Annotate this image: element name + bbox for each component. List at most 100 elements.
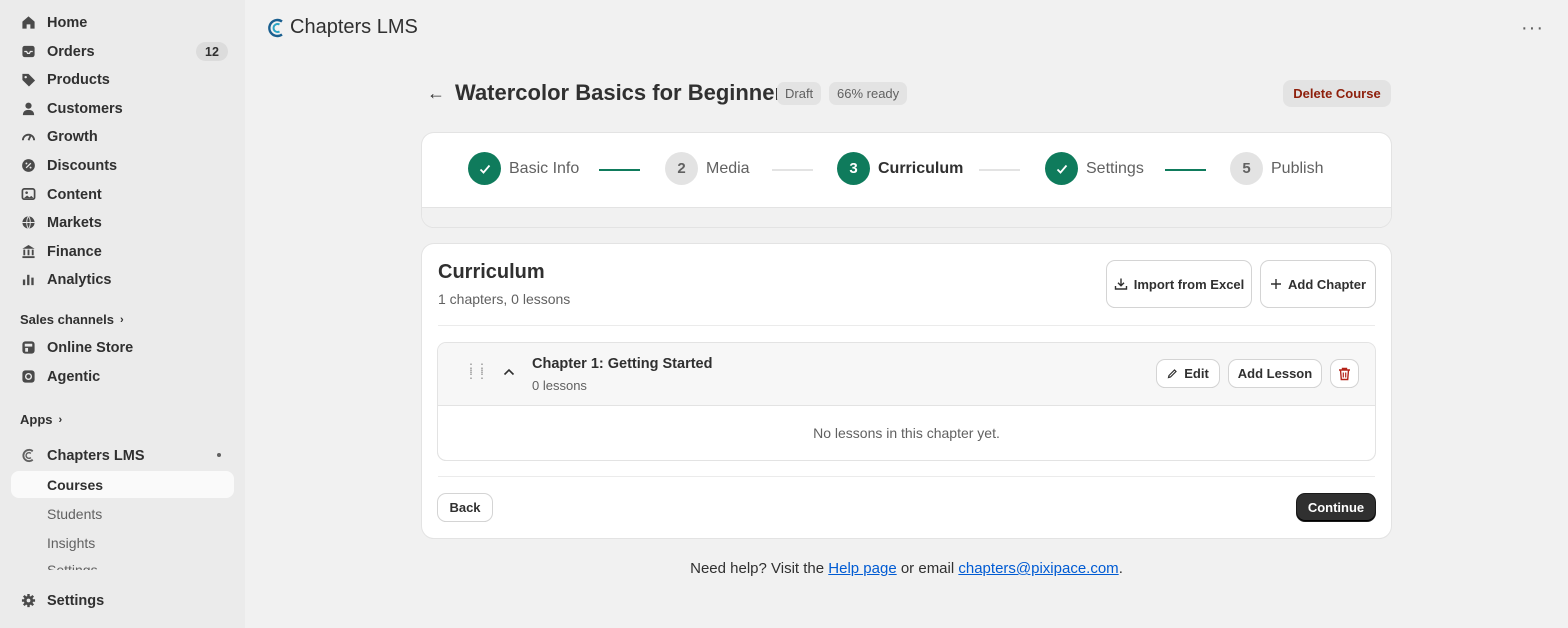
globe-icon xyxy=(20,215,36,231)
sidebar-subitem-insights[interactable]: Insights xyxy=(11,529,234,556)
sidebar-item-label: Orders xyxy=(47,43,95,60)
sidebar-subitem-courses[interactable]: Courses xyxy=(11,471,234,498)
sidebar-item-settings[interactable]: Settings xyxy=(11,587,234,614)
apps-header[interactable]: Apps › xyxy=(20,412,62,427)
help-footer: Need help? Visit the Help page or email … xyxy=(690,560,1123,577)
import-excel-button[interactable]: Import from Excel xyxy=(1107,261,1251,307)
curriculum-title: Curriculum xyxy=(438,261,545,283)
chapter-header: ⋮⋮ ⋮⋮ Chapter 1: Getting Started 0 lesson… xyxy=(438,343,1375,406)
step-4-check-icon[interactable] xyxy=(1045,152,1078,185)
step-label-publish[interactable]: Publish xyxy=(1271,160,1323,178)
sidebar: Home Orders 12 Products Customers Growth… xyxy=(0,0,245,628)
support-email-link[interactable]: chapters@pixipace.com xyxy=(958,560,1118,577)
add-lesson-button[interactable]: Add Lesson xyxy=(1229,360,1321,387)
ready-badge: 66% ready xyxy=(829,82,908,105)
download-icon xyxy=(1114,278,1127,290)
delete-chapter-button[interactable] xyxy=(1331,360,1358,387)
sidebar-item-customers[interactable]: Customers xyxy=(11,95,234,122)
page-title: Watercolor Basics for Beginners xyxy=(455,80,796,105)
sidebar-item-label: Markets xyxy=(47,214,102,231)
step-1-check-icon[interactable] xyxy=(468,152,501,185)
chevron-up-icon[interactable] xyxy=(502,365,516,379)
status-badge: Draft xyxy=(777,82,822,105)
sidebar-item-label: Customers xyxy=(47,100,123,117)
step-label-basic-info[interactable]: Basic Info xyxy=(509,160,579,178)
chapters-logo-icon xyxy=(268,18,283,37)
more-actions-icon[interactable]: ··· xyxy=(1521,17,1544,40)
sidebar-item-finance[interactable]: Finance xyxy=(11,238,234,265)
tag-icon xyxy=(20,72,36,88)
step-connector xyxy=(979,169,1020,171)
sidebar-item-label: Growth xyxy=(47,128,98,145)
sidebar-item-chapters-lms[interactable]: Chapters LMS xyxy=(11,442,234,469)
chapter-title: Chapter 1: Getting Started xyxy=(532,356,713,372)
sidebar-item-content[interactable]: Content xyxy=(11,181,234,208)
curriculum-card: Curriculum 1 chapters, 0 lessons Import … xyxy=(422,244,1391,538)
chevron-right-icon: › xyxy=(119,313,124,326)
step-5-number[interactable]: 5 xyxy=(1230,152,1263,185)
app-pin-dot xyxy=(217,453,221,457)
sidebar-item-discounts[interactable]: Discounts xyxy=(11,152,234,179)
gauge-icon xyxy=(20,129,36,145)
sidebar-item-markets[interactable]: Markets xyxy=(11,209,234,236)
step-connector xyxy=(772,169,813,171)
inbox-icon xyxy=(20,44,36,60)
image-icon xyxy=(20,187,36,203)
person-icon xyxy=(20,101,36,117)
delete-course-button[interactable]: Delete Course xyxy=(1283,80,1391,107)
divider xyxy=(438,476,1375,477)
step-connector xyxy=(1165,169,1206,171)
sidebar-item-label: Products xyxy=(47,71,110,88)
bar-chart-icon xyxy=(20,272,36,288)
sidebar-item-label: Finance xyxy=(47,243,102,260)
trash-icon xyxy=(1339,367,1350,380)
sidebar-item-label: Chapters LMS xyxy=(47,447,145,464)
chapters-logo-icon xyxy=(20,448,36,464)
bank-icon xyxy=(20,244,36,260)
sidebar-item-label: Online Store xyxy=(47,339,134,356)
plus-icon xyxy=(1271,279,1281,289)
orders-count-badge: 12 xyxy=(196,42,228,61)
continue-button[interactable]: Continue xyxy=(1297,494,1375,521)
sidebar-item-label: Discounts xyxy=(47,157,118,174)
back-arrow-icon[interactable]: ← xyxy=(427,83,445,104)
stepper-footer xyxy=(422,207,1391,227)
empty-lessons-message: No lessons in this chapter yet. xyxy=(813,425,1000,441)
sidebar-item-agentic[interactable]: Agentic xyxy=(11,363,234,390)
chapter-panel: ⋮⋮ ⋮⋮ Chapter 1: Getting Started 0 lesson… xyxy=(438,343,1375,460)
back-button[interactable]: Back xyxy=(438,494,492,521)
stepper: Basic Info 2 Media 3 Curriculum Settings… xyxy=(422,133,1391,227)
sidebar-item-home[interactable]: Home xyxy=(11,9,234,36)
sidebar-item-growth[interactable]: Growth xyxy=(11,123,234,150)
sales-channels-header[interactable]: Sales channels › xyxy=(20,312,124,327)
sidebar-item-online-store[interactable]: Online Store xyxy=(11,334,234,361)
step-label-curriculum[interactable]: Curriculum xyxy=(878,160,963,178)
app-header: Chapters LMS xyxy=(266,16,418,39)
sidebar-item-products[interactable]: Products xyxy=(11,66,234,93)
sidebar-item-analytics[interactable]: Analytics xyxy=(11,266,234,293)
pencil-icon xyxy=(1167,369,1178,379)
drag-handle-icon[interactable]: ⋮⋮ ⋮⋮ xyxy=(465,362,488,380)
home-icon xyxy=(20,15,36,31)
step-label-settings[interactable]: Settings xyxy=(1086,160,1144,178)
agentic-icon xyxy=(20,369,36,385)
step-3-number[interactable]: 3 xyxy=(837,152,870,185)
step-2-number[interactable]: 2 xyxy=(665,152,698,185)
help-page-link[interactable]: Help page xyxy=(828,560,896,577)
sidebar-subitem-students[interactable]: Students xyxy=(11,500,234,527)
step-label-media[interactable]: Media xyxy=(706,160,750,178)
add-chapter-button[interactable]: Add Chapter xyxy=(1261,261,1375,307)
curriculum-summary: 1 chapters, 0 lessons xyxy=(438,291,571,307)
edit-chapter-button[interactable]: Edit xyxy=(1157,360,1219,387)
sidebar-item-label: Content xyxy=(47,186,102,203)
step-connector xyxy=(599,169,640,171)
chevron-right-icon: › xyxy=(58,413,63,426)
store-icon xyxy=(20,340,36,356)
chapter-lesson-count: 0 lessons xyxy=(532,378,587,393)
gear-icon xyxy=(20,593,36,609)
divider xyxy=(438,325,1375,326)
sidebar-item-label: Settings xyxy=(47,592,105,609)
sidebar-item-orders[interactable]: Orders 12 xyxy=(11,38,234,65)
sidebar-item-label: Analytics xyxy=(47,271,112,288)
sidebar-item-label: Agentic xyxy=(47,368,101,385)
